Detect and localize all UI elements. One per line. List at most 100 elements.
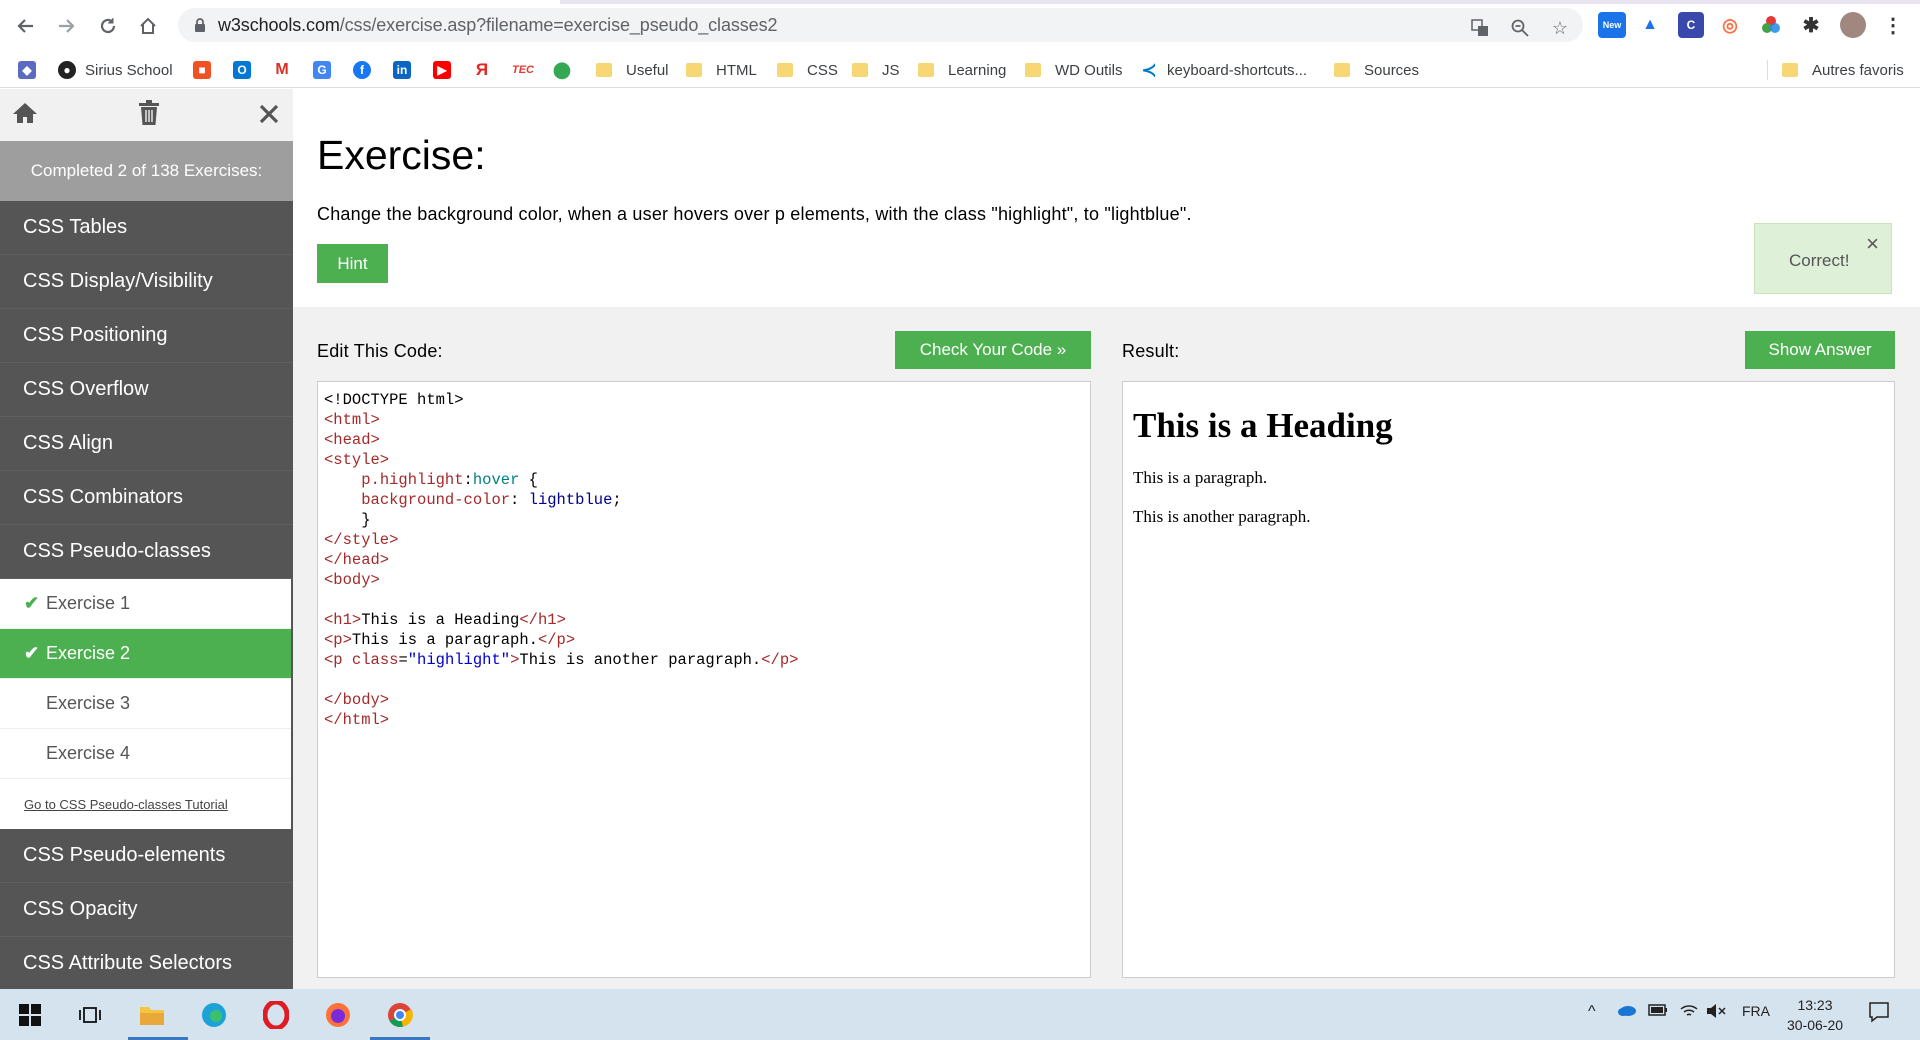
youtube-icon: ▶: [433, 61, 451, 79]
bookmark-label: Sources: [1364, 61, 1420, 79]
color-picker-extension-icon[interactable]: [1758, 12, 1784, 38]
sidebar-item-css-overflow[interactable]: CSS Overflow: [0, 363, 293, 417]
exercise-list: ✔ Exercise 1 ✔ Exercise 2 Exercise 3 Exe…: [0, 579, 293, 829]
reload-icon[interactable]: [92, 10, 124, 42]
triangle-extension-icon[interactable]: ▲: [1637, 12, 1663, 38]
url-text[interactable]: w3schools.com/css/exercise.asp?filename=…: [218, 15, 778, 36]
bookmark-folder-js[interactable]: JS: [852, 59, 900, 81]
bookmark-folder-other[interactable]: Autres favoris: [1782, 59, 1904, 81]
sidebar-item-css-pseudo-elements[interactable]: CSS Pseudo-elements: [0, 829, 293, 883]
bookmark-yandex[interactable]: Я: [473, 59, 500, 81]
clock-date: 30-06-20: [1786, 1017, 1844, 1033]
sidebar-item-css-tables[interactable]: CSS Tables: [0, 201, 293, 255]
sidebar-item-css-display-visibility[interactable]: CSS Display/Visibility: [0, 255, 293, 309]
close-icon[interactable]: ×: [1866, 231, 1879, 257]
home-icon[interactable]: [12, 101, 38, 129]
bookmark-tec[interactable]: TEC: [511, 59, 544, 81]
forward-arrow-icon[interactable]: [50, 10, 82, 42]
exercise-item-2[interactable]: ✔ Exercise 2: [0, 629, 291, 679]
code-line: <head>: [324, 431, 380, 449]
sidebar-item-css-opacity[interactable]: CSS Opacity: [0, 883, 293, 937]
folder-icon: [777, 63, 793, 77]
bookmark-outlook[interactable]: O: [233, 59, 260, 81]
edit-code-label: Edit This Code:: [317, 341, 443, 361]
purple-extension-icon[interactable]: C: [1678, 12, 1704, 38]
bookmark-translate[interactable]: G: [313, 59, 340, 81]
star-icon[interactable]: ☆: [1548, 16, 1572, 40]
orange-extension-icon[interactable]: ◎: [1717, 12, 1743, 38]
sidebar-item-css-pseudo-classes[interactable]: CSS Pseudo-classes: [0, 525, 293, 579]
exercise-item-3[interactable]: Exercise 3: [0, 679, 291, 729]
bookmark-gmail[interactable]: M: [273, 59, 300, 81]
translate-icon[interactable]: [1468, 16, 1492, 40]
bookmark-linkedin[interactable]: in: [393, 59, 420, 81]
trash-icon[interactable]: [138, 100, 160, 130]
battery-icon[interactable]: [1648, 1003, 1668, 1021]
correct-message: Correct!: [1789, 251, 1850, 270]
correct-notification: Correct! ×: [1754, 223, 1892, 294]
menu-kebab-icon[interactable]: ⋮: [1880, 12, 1906, 38]
volume-muted-icon[interactable]: [1706, 1003, 1726, 1024]
folder-icon: [852, 63, 868, 77]
bookmark-folder-wd-outils[interactable]: WD Outils: [1025, 59, 1123, 81]
avatar[interactable]: [1840, 12, 1866, 38]
language-indicator[interactable]: FRA: [1742, 1003, 1770, 1019]
home-icon[interactable]: [132, 10, 164, 42]
system-clock[interactable]: 13:23 30-06-20: [1780, 995, 1850, 1035]
wifi-icon[interactable]: [1680, 1003, 1698, 1024]
sidebar-item-css-attribute-selectors[interactable]: CSS Attribute Selectors: [0, 937, 293, 991]
code-line: background-color: lightblue;: [361, 491, 622, 509]
bookmark-youtube[interactable]: ▶: [433, 59, 460, 81]
bookmark-folder-sources[interactable]: Sources: [1334, 59, 1419, 81]
chrome-icon[interactable]: [384, 999, 416, 1031]
bookmark-microsoft[interactable]: ■: [193, 59, 220, 81]
checkmark-icon: ✔: [24, 593, 40, 613]
bookmark-sirius-icon[interactable]: ◆: [18, 59, 45, 81]
lock-icon[interactable]: [193, 17, 207, 33]
code-editor[interactable]: <!DOCTYPE html> <html> <head> <style> p.…: [317, 381, 1091, 978]
exercise-task-panel: Exercise: Change the background color, w…: [293, 89, 1920, 307]
zoom-icon[interactable]: [1508, 16, 1532, 40]
close-icon[interactable]: [259, 102, 279, 128]
result-frame: This is a Heading This is a paragraph. T…: [1122, 381, 1895, 978]
new-extension-icon[interactable]: New: [1598, 12, 1626, 38]
task-view-icon[interactable]: [74, 999, 106, 1031]
result-heading: This is a Heading: [1133, 406, 1393, 445]
onedrive-icon[interactable]: [1617, 1003, 1637, 1022]
bookmark-facebook[interactable]: f: [353, 59, 380, 81]
bookmark-folder-html[interactable]: HTML: [686, 59, 757, 81]
result-label: Result:: [1122, 341, 1180, 361]
linkedin-icon: in: [393, 61, 411, 79]
show-answer-button[interactable]: Show Answer: [1745, 331, 1895, 369]
code-line: <p class="highlight">This is another par…: [324, 651, 799, 669]
bookmark-sirius-school[interactable]: ● Sirius School: [58, 59, 173, 81]
extensions-puzzle-icon[interactable]: ✱: [1798, 12, 1824, 38]
bookmark-label: Learning: [948, 61, 1007, 79]
code-line: </head>: [324, 551, 390, 569]
result-paragraph-highlight[interactable]: This is another paragraph.: [1133, 507, 1884, 527]
tutorial-link[interactable]: Go to CSS Pseudo-classes Tutorial: [0, 779, 291, 829]
check-code-button[interactable]: Check Your Code »: [895, 331, 1091, 369]
bookmark-folder-css[interactable]: CSS: [777, 59, 838, 81]
exercise-item-1[interactable]: ✔ Exercise 1: [0, 579, 291, 629]
bookmark-folder-learning[interactable]: Learning: [918, 59, 1006, 81]
edge-icon[interactable]: [198, 999, 230, 1031]
hint-button[interactable]: Hint: [317, 244, 388, 283]
sidebar-item-css-combinators[interactable]: CSS Combinators: [0, 471, 293, 525]
sidebar-item-css-align[interactable]: CSS Align: [0, 417, 293, 471]
bookmark-label: Autres favoris: [1812, 61, 1904, 79]
show-hidden-icons-icon[interactable]: ^: [1588, 1003, 1596, 1021]
notifications-icon[interactable]: [1868, 1001, 1890, 1028]
windows-start-icon[interactable]: [14, 999, 46, 1031]
file-explorer-icon[interactable]: [136, 999, 168, 1031]
sidebar-item-css-positioning[interactable]: CSS Positioning: [0, 309, 293, 363]
back-arrow-icon[interactable]: [10, 10, 42, 42]
firefox-icon[interactable]: [322, 999, 354, 1031]
bookmark-keyboard-shortcuts[interactable]: ≺ keyboard-shortcuts...: [1140, 59, 1307, 81]
bookmark-maps[interactable]: ⬤: [553, 59, 580, 81]
bookmark-folder-useful[interactable]: Useful: [596, 59, 669, 81]
opera-icon[interactable]: [260, 999, 292, 1031]
exercise-item-4[interactable]: Exercise 4: [0, 729, 291, 779]
address-bar[interactable]: w3schools.com/css/exercise.asp?filename=…: [178, 8, 1583, 42]
